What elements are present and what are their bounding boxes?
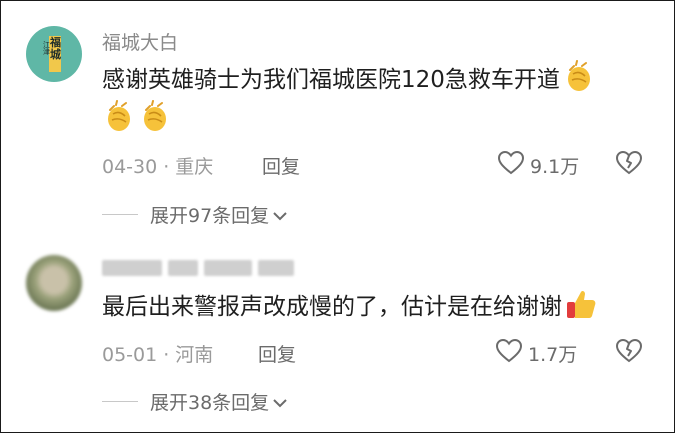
comment-date: 04-30 [102, 156, 158, 178]
chevron-down-icon [273, 204, 287, 226]
meta-separator: · [163, 344, 170, 366]
thumbs-up-icon [564, 287, 598, 321]
comment-body: 最后出来警报声改成慢的了，估计是在给谢谢 [102, 294, 562, 320]
avatar-small-text: 江津 [43, 41, 50, 56]
clapping-hands-icon [562, 60, 596, 94]
broken-heart-icon [615, 150, 643, 179]
comment-meta: 05-01 · 河南 [102, 340, 213, 367]
clapping-hands-icon [102, 100, 136, 134]
comment-text: 感谢英雄骑士为我们福城医院120急救车开道 [102, 60, 647, 140]
comment-date: 05-01 [102, 344, 158, 366]
avatar-big-text: 福城 [50, 36, 61, 61]
dislike-button[interactable] [615, 150, 643, 179]
divider-line [102, 401, 138, 402]
reply-button[interactable]: 回复 [258, 340, 296, 367]
username[interactable]: 福城大白 [102, 28, 178, 55]
comment-meta: 04-30 · 重庆 [102, 152, 213, 179]
meta-separator: · [163, 156, 170, 178]
comment-location: 重庆 [175, 156, 214, 178]
like-button[interactable]: 9.1万 [497, 150, 580, 180]
expand-replies[interactable]: 展开38条回复 [102, 388, 287, 415]
username-blurred[interactable] [102, 260, 294, 278]
expand-replies[interactable]: 展开97条回复 [102, 201, 287, 228]
clapping-hands-icon [138, 100, 172, 134]
comment-location: 河南 [175, 344, 214, 366]
like-count: 1.7万 [528, 344, 578, 366]
avatar[interactable] [26, 255, 82, 311]
avatar[interactable]: 江津 福城 [26, 26, 82, 82]
heart-icon [495, 338, 523, 368]
like-count: 9.1万 [530, 156, 580, 178]
dislike-button[interactable] [615, 338, 643, 367]
comment-text: 最后出来警报声改成慢的了，估计是在给谢谢 [102, 287, 647, 327]
comment-body: 感谢英雄骑士为我们福城医院120急救车开道 [102, 67, 560, 93]
chevron-down-icon [273, 391, 287, 413]
expand-replies-label: 展开38条回复 [150, 392, 270, 414]
broken-heart-icon [615, 338, 643, 367]
divider-line [102, 214, 138, 215]
reply-button[interactable]: 回复 [262, 152, 300, 179]
like-button[interactable]: 1.7万 [495, 338, 578, 368]
heart-icon [497, 150, 525, 180]
expand-replies-label: 展开97条回复 [150, 205, 270, 227]
